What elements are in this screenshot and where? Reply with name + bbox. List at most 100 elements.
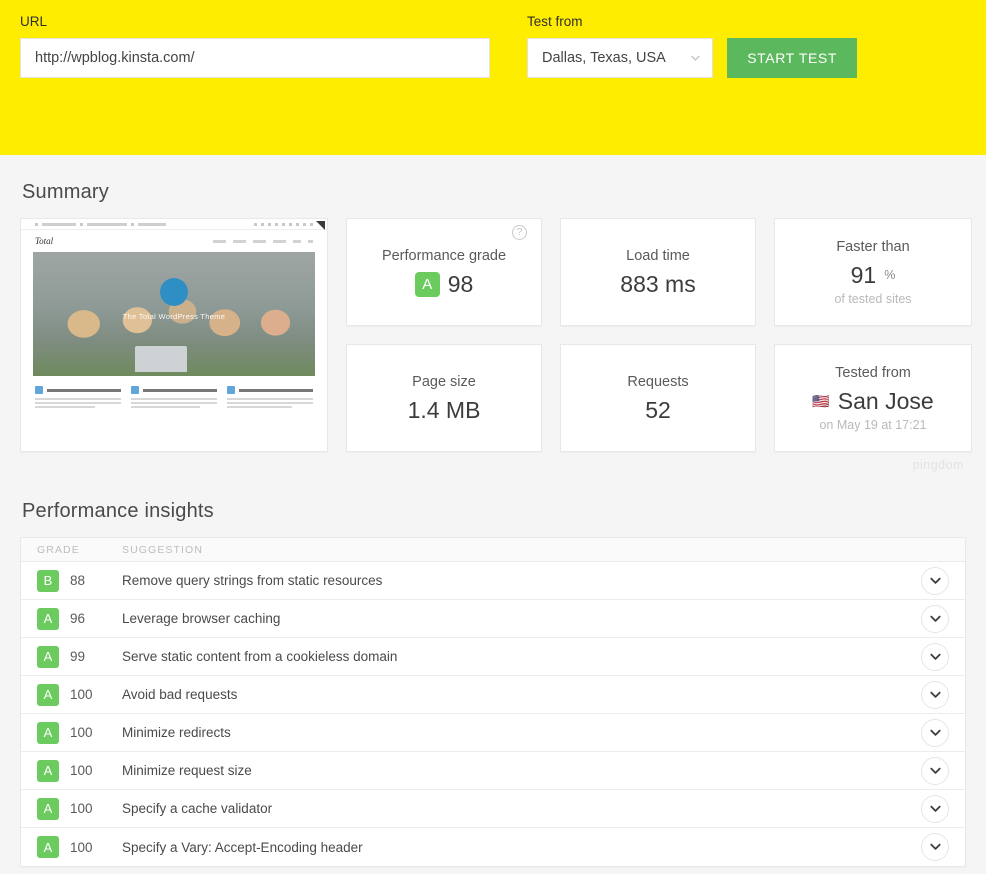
table-header-row: GRADE SUGGESTION [21,538,965,562]
performance-grade-value: 98 [447,271,474,297]
requests-card: Requests 52 [560,344,756,452]
table-row[interactable]: A 96 Leverage browser caching [21,600,965,638]
chevron-down-icon [929,843,941,851]
table-row[interactable]: A 100 Minimize redirects [21,714,965,752]
chevron-down-icon [929,729,941,737]
table-row[interactable]: B 88 Remove query strings from static reso… [21,562,965,600]
chevron-down-icon [929,653,941,661]
load-time-label: Load time [626,248,690,264]
chevron-down-icon [929,691,941,699]
start-test-button[interactable]: START TEST [727,38,857,78]
row-grade-badge: A [37,797,59,820]
requests-label: Requests [627,374,689,390]
chevron-down-icon [929,615,941,623]
page-size-label: Page size [412,374,476,390]
row-score: 100 [70,839,93,855]
load-time-card: Load time 883 ms [560,218,756,326]
row-grade-badge: A [37,607,59,630]
row-grade-cell: B 88 [37,569,122,592]
row-grade-cell: A 99 [37,645,122,668]
row-score: 88 [70,573,86,588]
row-suggestion: Minimize redirects [122,725,231,740]
faster-than-card: Faster than 91 % of tested sites [774,218,972,326]
chevron-down-icon [929,805,941,813]
site-thumbnail-card[interactable]: Total The Total WordPress Theme [20,218,328,452]
row-score: 99 [70,649,86,664]
row-grade-cell: A 100 [37,721,122,744]
tested-from-card: Tested from 🇺🇸 San Jose on May 19 at 17:… [774,344,972,452]
summary-title: Summary [22,181,109,203]
column-header-grade: GRADE [37,543,80,556]
table-row[interactable]: A 100 Specify a cache validator [21,790,965,828]
expand-row-button[interactable] [921,642,949,671]
table-body: B 88 Remove query strings from static reso… [21,562,965,866]
performance-grade-label: Performance grade [381,248,507,264]
url-label: URL [20,14,48,29]
site-thumbnail-image: Total The Total WordPress Theme [21,219,327,451]
row-grade-cell: A 100 [37,797,122,820]
row-suggestion: Specify a Vary: Accept-Encoding header [122,839,363,855]
tested-from-sub: on May 19 at 17:21 [819,417,927,432]
row-score: 100 [70,763,93,778]
faster-than-sub: of tested sites [834,291,912,306]
url-field-group: URL [20,14,490,78]
table-row[interactable]: A 99 Serve static content from a cookieles… [21,638,965,676]
faster-than-label: Faster than [836,238,910,255]
page-size-card: Page size 1.4 MB [346,344,542,452]
expand-row-button[interactable] [921,833,949,861]
page-size-value: 1.4 MB [407,397,481,423]
table-row[interactable]: A 100 Avoid bad requests [21,676,965,714]
row-grade-cell: A 100 [37,836,122,858]
expand-thumbnail-icon[interactable] [316,221,325,230]
row-suggestion: Specify a cache validator [122,801,273,816]
row-score: 96 [70,611,86,626]
row-suggestion: Remove query strings from static resourc… [122,573,383,588]
location-label: Test from [527,14,583,29]
load-time-value: 883 ms [620,271,696,297]
insights-title: Performance insights [22,500,214,522]
row-grade-badge: B [37,569,59,592]
location-select[interactable]: Dallas, Texas, USA [527,38,714,78]
performance-grade-badge: A [414,271,440,297]
performance-grade-card: ? Performance grade A 98 [346,218,542,326]
us-flag-icon: 🇺🇸 [812,392,830,409]
table-row[interactable]: A 100 Specify a Vary: Accept-Encoding head… [21,828,965,866]
row-score: 100 [70,687,93,702]
row-suggestion: Leverage browser caching [122,611,281,626]
expand-row-button[interactable] [921,718,949,747]
table-row[interactable]: A 100 Minimize request size [21,752,965,790]
faster-than-value: 91 [850,261,877,288]
expand-row-button[interactable] [921,604,949,633]
row-grade-cell: A 100 [37,683,122,706]
row-suggestion: Serve static content from a cookieless d… [122,649,398,664]
row-grade-badge: A [37,721,59,744]
row-grade-cell: A 100 [37,759,122,782]
tested-from-value: San Jose [837,387,934,414]
thumbnail-hero-text: The Total WordPress Theme [122,312,226,321]
tested-from-label: Tested from [835,364,911,381]
faster-than-unit: % [884,267,896,282]
summary-grid: Total The Total WordPress Theme ? Perfor… [20,218,972,452]
column-header-suggestion: SUGGESTION [122,543,204,556]
expand-row-button[interactable] [921,680,949,709]
test-form: URL Test from Dallas, Texas, USA START T… [20,14,966,78]
location-field-group: Test from Dallas, Texas, USA START TEST [527,14,857,78]
test-toolbar: URL Test from Dallas, Texas, USA START T… [0,0,986,155]
chevron-down-icon [929,767,941,775]
row-score: 100 [70,725,93,740]
help-icon[interactable]: ? [512,225,527,240]
expand-row-button[interactable] [921,794,949,823]
url-input[interactable] [20,38,490,78]
row-grade-badge: A [37,683,59,706]
requests-value: 52 [645,397,671,423]
pingdom-watermark: pingdom [912,458,964,472]
row-grade-cell: A 96 [37,607,122,630]
expand-row-button[interactable] [921,756,949,785]
expand-row-button[interactable] [921,566,949,595]
page-content: Summary Total The Total WordPress Theme … [0,181,986,867]
performance-insights-table: GRADE SUGGESTION B 88 Remove query strings… [20,537,966,867]
row-grade-badge: A [37,759,59,782]
row-grade-badge: A [37,645,59,668]
location-selected-value: Dallas, Texas, USA [542,50,666,66]
thumbnail-logo: Total [35,236,54,246]
